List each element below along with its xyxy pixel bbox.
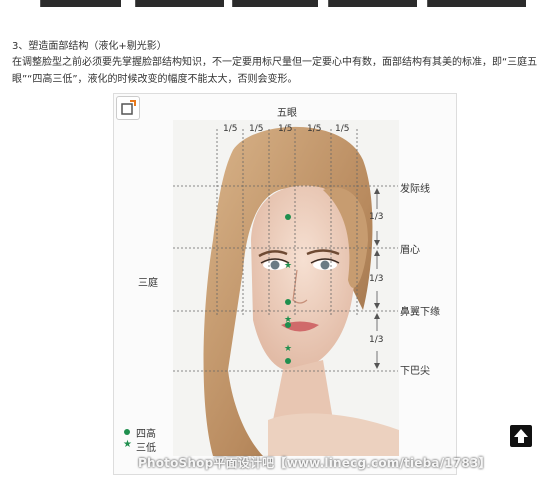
expand-image-icon[interactable] [116, 96, 140, 120]
article-paragraph: 在调整脸型之前必须要先掌握脸部结构知识，不一定要用标尺量但一定要心中有数，面部结… [12, 57, 538, 85]
nav-tab[interactable] [232, 0, 318, 7]
nav-tab[interactable] [427, 0, 526, 7]
high-point-dot [285, 322, 291, 328]
three-courts-label: 三庭 [138, 278, 158, 289]
legend-dot-icon [124, 429, 130, 435]
low-point-star: ★ [284, 261, 292, 271]
third-label: 1/3 [369, 212, 384, 222]
fifth-label: 1/5 [335, 124, 350, 134]
high-point-dot [285, 358, 291, 364]
guide-lines: ★ ★ ★ [173, 129, 398, 372]
legend-three-low: 三低 [136, 443, 156, 454]
high-point-dot [285, 299, 291, 305]
high-point-dot [285, 214, 291, 220]
legend-four-high: 四高 [136, 429, 156, 440]
fifth-label: 1/5 [249, 124, 264, 134]
top-nav-bar [0, 0, 549, 8]
third-label: 1/3 [369, 274, 384, 284]
low-point-star: ★ [284, 344, 292, 354]
nose-wing-label: 鼻翼下缘 [400, 307, 440, 318]
third-label: 1/3 [369, 335, 384, 345]
arrow-up-icon[interactable] [510, 425, 532, 447]
brow-center-label: 眉心 [400, 245, 420, 256]
section-heading: 3、塑造面部结构（液化+剔光影） [12, 41, 167, 52]
five-eyes-title: 五眼 [277, 108, 297, 119]
nav-tab[interactable] [328, 0, 417, 7]
fifth-label: 1/5 [223, 124, 238, 134]
nav-tab[interactable] [135, 0, 224, 7]
fifth-label: 1/5 [278, 124, 293, 134]
nav-tab[interactable] [40, 0, 121, 7]
hairline-label: 发际线 [400, 184, 430, 195]
chin-tip-label: 下巴尖 [400, 366, 430, 377]
watermark-text: PhotoShop平面设计吧【www.linecg.com/tieba/1783… [138, 456, 491, 470]
legend-star-icon: ★ [123, 439, 132, 450]
fifth-label: 1/5 [307, 124, 322, 134]
